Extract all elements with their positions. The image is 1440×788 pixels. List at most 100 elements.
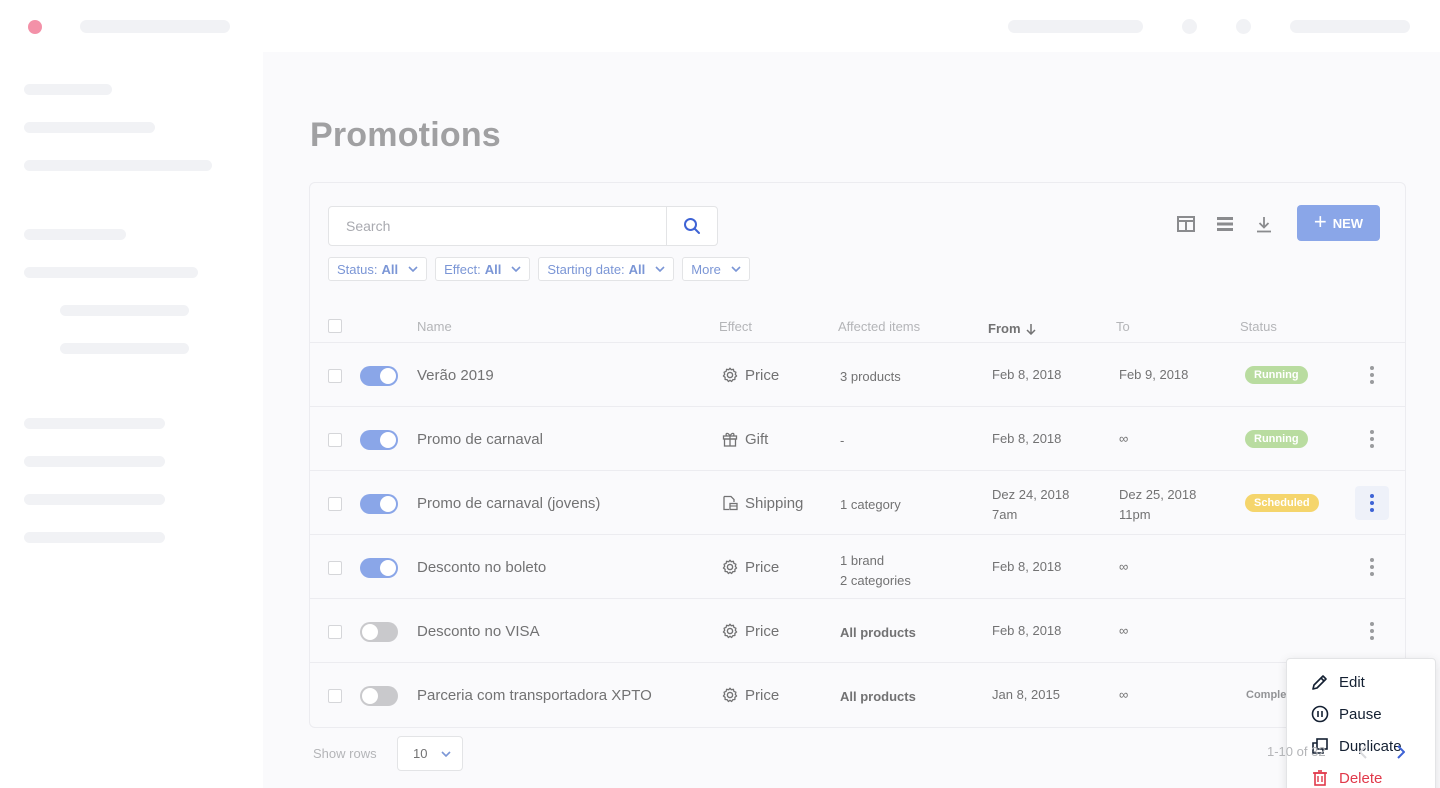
- columns-button[interactable]: [1175, 213, 1197, 235]
- to-date-cell: Dez 25, 2018 11pm: [1119, 485, 1196, 525]
- column-header-label: From: [988, 321, 1021, 336]
- filter-value: All: [484, 261, 502, 277]
- kebab-dot: [1370, 366, 1374, 370]
- column-header-status[interactable]: Status: [1240, 319, 1277, 334]
- table-row[interactable]: Desconto no VISA Price All products Feb 8, …: [310, 599, 1405, 663]
- column-header-to[interactable]: To: [1116, 319, 1130, 334]
- column-header-effect[interactable]: Effect: [719, 319, 752, 334]
- table-row[interactable]: Verão 2019 Price 3 products Feb 8, 2018 Feb …: [310, 343, 1405, 407]
- row-actions-menu: Edit Pause Duplicate Delete: [1286, 658, 1436, 788]
- affected-items-line: All products: [840, 689, 916, 704]
- menu-item-edit[interactable]: Edit: [1287, 666, 1435, 698]
- to-date-line: ∞: [1119, 431, 1129, 446]
- download-button[interactable]: [1253, 213, 1275, 235]
- row-checkbox[interactable]: [328, 433, 342, 447]
- row-actions-button[interactable]: [1355, 614, 1389, 648]
- row-checkbox[interactable]: [328, 561, 342, 575]
- affected-items-line: -: [840, 433, 845, 448]
- active-toggle[interactable]: [360, 622, 398, 642]
- filter-label: Starting date:: [547, 261, 625, 277]
- active-toggle[interactable]: [360, 430, 398, 450]
- kebab-dot: [1370, 444, 1374, 448]
- row-actions-button[interactable]: [1355, 486, 1389, 520]
- row-checkbox[interactable]: [328, 369, 342, 383]
- row-checkbox[interactable]: [328, 625, 342, 639]
- effect-label: Gift: [745, 431, 769, 448]
- active-toggle[interactable]: [360, 686, 398, 706]
- affected-items-cell: 1 category: [840, 495, 901, 515]
- promotion-name[interactable]: Promo de carnaval: [417, 431, 543, 448]
- promotion-name[interactable]: Parceria com transportadora XPTO: [417, 687, 652, 704]
- search-box: [328, 206, 718, 246]
- skeleton-placeholder: [1290, 20, 1410, 33]
- skeleton-placeholder: [1236, 19, 1251, 34]
- sort-descending-icon: [1025, 324, 1036, 335]
- row-actions-button[interactable]: [1355, 422, 1389, 456]
- filter-starting-date[interactable]: Starting date: All: [538, 257, 675, 281]
- from-date-cell: Feb 8, 2018: [992, 429, 1061, 449]
- column-header-name[interactable]: Name: [417, 319, 452, 334]
- select-all-checkbox[interactable]: [328, 319, 342, 333]
- affected-items-cell: -: [840, 431, 844, 451]
- status-badge: Running: [1245, 430, 1308, 448]
- filter-more[interactable]: More: [682, 257, 750, 281]
- effect-cell: Price: [722, 559, 779, 576]
- active-toggle[interactable]: [360, 366, 398, 386]
- active-toggle[interactable]: [360, 558, 398, 578]
- from-date-line: Feb 8, 2018: [992, 431, 1062, 446]
- search-button[interactable]: [666, 207, 717, 245]
- filter-value: All: [381, 261, 399, 277]
- gear-icon: [722, 559, 738, 575]
- sidebar: [0, 52, 263, 788]
- row-checkbox[interactable]: [328, 689, 342, 703]
- table-header: Name Effect Affected items From To Statu…: [310, 311, 1405, 343]
- previous-page-button[interactable]: [1353, 742, 1373, 762]
- skeleton-placeholder: [60, 305, 189, 316]
- filter-effect[interactable]: Effect: All: [435, 257, 531, 281]
- affected-items-line: 1 brand: [840, 553, 885, 568]
- menu-item-pause[interactable]: Pause: [1287, 698, 1435, 730]
- toggle-knob: [362, 688, 378, 704]
- column-header-from[interactable]: From: [988, 319, 1036, 339]
- row-actions-button[interactable]: [1355, 358, 1389, 392]
- filter-status[interactable]: Status: All: [328, 257, 428, 281]
- menu-item-delete[interactable]: Delete: [1287, 762, 1435, 788]
- kebab-dot: [1370, 622, 1374, 626]
- skeleton-placeholder: [24, 84, 112, 95]
- skeleton-placeholder: [24, 494, 165, 505]
- new-promotion-button[interactable]: + NEW: [1297, 205, 1380, 241]
- active-toggle[interactable]: [360, 494, 398, 514]
- skeleton-placeholder: [24, 267, 198, 278]
- next-page-button[interactable]: [1391, 742, 1411, 762]
- kebab-dot: [1370, 636, 1374, 640]
- effect-cell: Price: [722, 623, 779, 640]
- promotion-name[interactable]: Verão 2019: [417, 367, 494, 384]
- chevron-down-icon: [655, 266, 665, 272]
- toggle-knob: [380, 560, 396, 576]
- toggle-knob: [362, 624, 378, 640]
- table-row[interactable]: Promo de carnaval Gift - Feb 8, 2018 ∞ Runnin…: [310, 407, 1405, 471]
- row-checkbox[interactable]: [328, 497, 342, 511]
- main-content: Promotions Search + NEW Status: All Effe…: [263, 52, 1440, 788]
- row-actions-button[interactable]: [1355, 550, 1389, 584]
- column-header-affected-items[interactable]: Affected items: [838, 319, 920, 334]
- skeleton-placeholder: [1008, 20, 1143, 33]
- affected-items-line: All products: [840, 625, 916, 640]
- to-date-cell: ∞: [1119, 685, 1128, 705]
- from-date-line: 7am: [992, 507, 1018, 522]
- from-date-line: Feb 8, 2018: [992, 367, 1062, 382]
- table-row[interactable]: Desconto no boleto Price 1 brand 2 categori…: [310, 535, 1405, 599]
- table-row[interactable]: Promo de carnaval (jovens) Shipping 1 cate…: [310, 471, 1405, 535]
- menu-item-label: Delete: [1339, 769, 1383, 787]
- search-input[interactable]: [329, 207, 665, 245]
- filter-bar: Status: All Effect: All Starting date: A…: [328, 257, 750, 281]
- table-row[interactable]: Parceria com transportadora XPTO Price All…: [310, 663, 1405, 727]
- rows-per-page-select[interactable]: 10: [397, 736, 463, 771]
- promotion-name[interactable]: Desconto no VISA: [417, 623, 540, 640]
- to-date-line: Feb 9, 2018: [1119, 367, 1189, 382]
- effect-label: Price: [745, 687, 780, 704]
- page-title: Promotions: [310, 116, 501, 154]
- density-button[interactable]: [1214, 213, 1236, 235]
- promotion-name[interactable]: Promo de carnaval (jovens): [417, 495, 600, 512]
- promotion-name[interactable]: Desconto no boleto: [417, 559, 546, 576]
